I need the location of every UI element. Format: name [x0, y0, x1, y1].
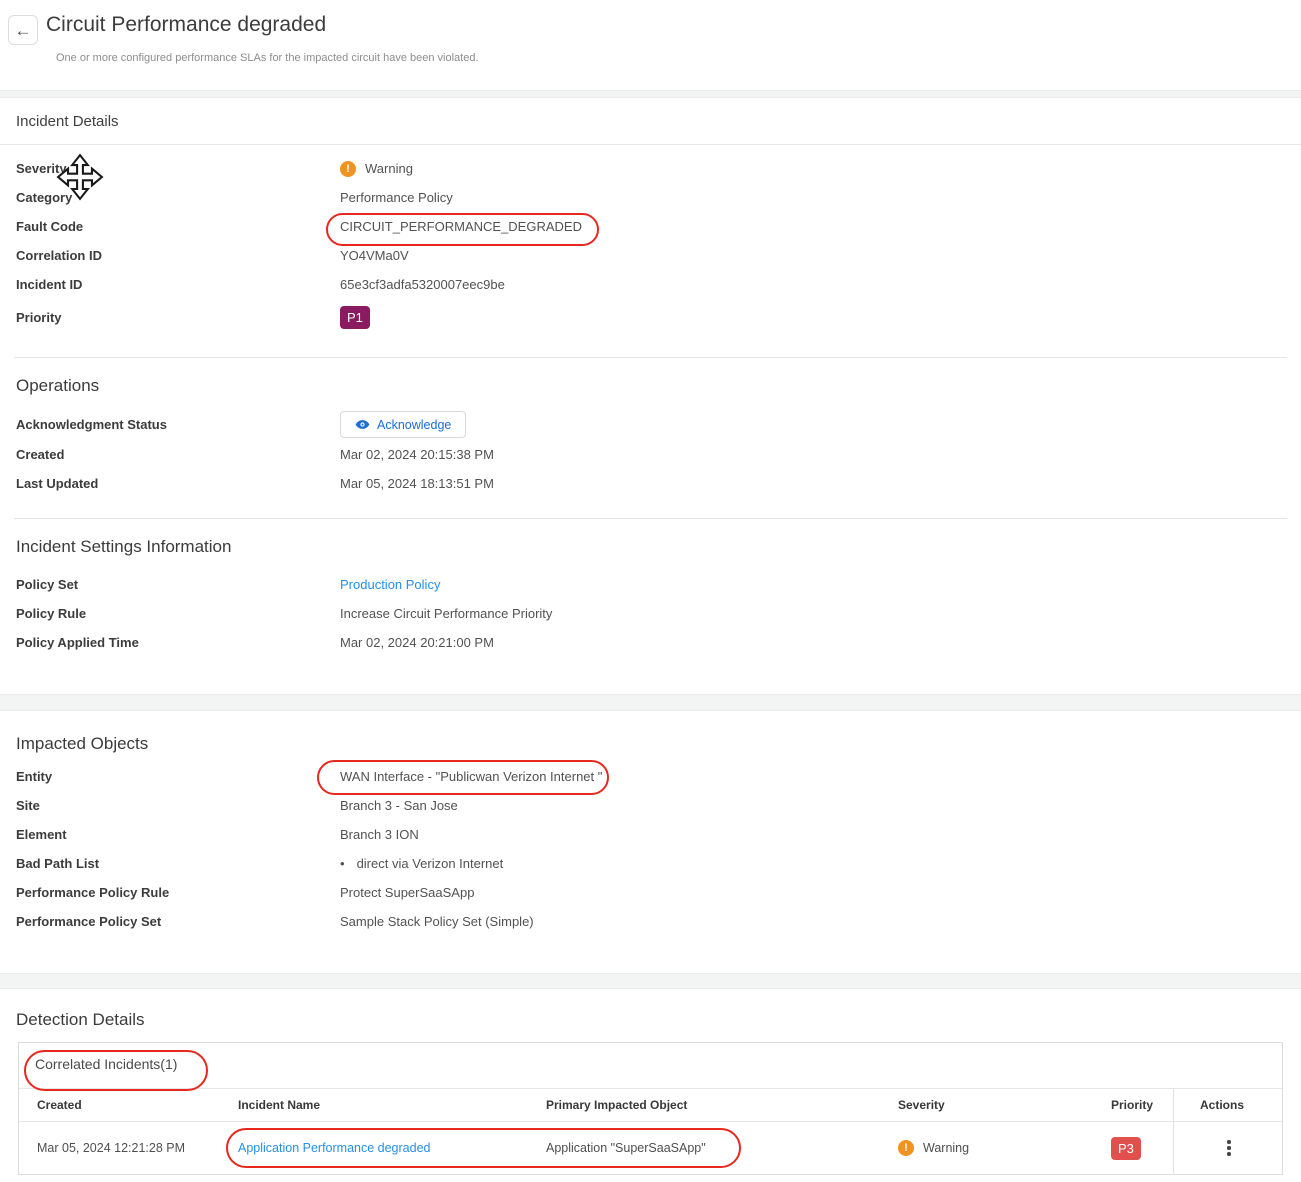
row-created: Mar 05, 2024 12:21:28 PM: [19, 1141, 238, 1155]
acknowledge-button-label: Acknowledge: [377, 418, 451, 432]
severity-row: Severity ! Warning: [0, 154, 1301, 183]
site-row: Site Branch 3 - San Jose: [0, 791, 1301, 820]
priority-badge: P1: [340, 306, 370, 329]
category-value: Performance Policy: [340, 190, 453, 205]
column-severity: Severity: [898, 1098, 1111, 1112]
last-updated-value: Mar 05, 2024 18:13:51 PM: [340, 476, 494, 491]
priority-label: Priority: [16, 310, 340, 325]
entity-row: Entity WAN Interface - "Publicwan Verizo…: [0, 762, 1301, 791]
priority-row: Priority P1: [0, 299, 1301, 335]
page-subtitle: One or more configured performance SLAs …: [56, 52, 479, 64]
bad-path-list-row: Bad Path List • direct via Verizon Inter…: [0, 849, 1301, 878]
detection-details-card: Detection Details Correlated Incidents(1…: [0, 989, 1301, 1175]
correlated-incidents-table: Correlated Incidents(1) Created Incident…: [18, 1042, 1283, 1175]
policy-rule-label: Policy Rule: [16, 606, 340, 621]
operations-title: Operations: [16, 376, 1301, 396]
row-primary-impacted-object: Application "SuperSaaSApp": [546, 1141, 898, 1155]
site-label: Site: [16, 798, 340, 813]
fault-code-label: Fault Code: [16, 219, 340, 234]
bad-path-list-label: Bad Path List: [16, 856, 340, 871]
back-button[interactable]: ←: [8, 15, 38, 45]
section-separator: [0, 694, 1301, 711]
section-separator: [0, 973, 1301, 989]
ack-status-row: Acknowledgment Status Acknowledge: [0, 409, 1301, 440]
section-separator: [0, 90, 1301, 98]
page-header: ← Circuit Performance degraded One or mo…: [0, 0, 1301, 90]
row-severity: Warning: [923, 1141, 969, 1155]
correlated-incidents-count: Correlated Incidents(1): [19, 1043, 1282, 1089]
category-label: Category: [16, 190, 340, 205]
table-header-row: Created Incident Name Primary Impacted O…: [19, 1089, 1282, 1122]
incident-details-title: Incident Details: [0, 98, 1301, 145]
warning-icon: !: [898, 1140, 914, 1156]
fault-code-value: CIRCUIT_PERFORMANCE_DEGRADED: [340, 219, 582, 234]
created-value: Mar 02, 2024 20:15:38 PM: [340, 447, 494, 462]
ack-status-label: Acknowledgment Status: [16, 417, 340, 432]
performance-policy-rule-value: Protect SuperSaaSApp: [340, 885, 474, 900]
correlation-id-row: Correlation ID YO4VMa0V: [0, 241, 1301, 270]
policy-set-row: Policy Set Production Policy: [0, 570, 1301, 599]
entity-label: Entity: [16, 769, 340, 784]
last-updated-row: Last Updated Mar 05, 2024 18:13:51 PM: [0, 469, 1301, 498]
incident-id-row: Incident ID 65e3cf3adfa5320007eec9be: [0, 270, 1301, 299]
detection-details-title: Detection Details: [0, 989, 1301, 1030]
row-priority-badge: P3: [1111, 1137, 1141, 1160]
column-priority: Priority: [1111, 1098, 1173, 1112]
incident-id-label: Incident ID: [16, 277, 340, 292]
performance-policy-set-row: Performance Policy Set Sample Stack Poli…: [0, 907, 1301, 936]
impacted-objects-title: Impacted Objects: [0, 711, 1301, 754]
row-incident-name-link[interactable]: Application Performance degraded: [238, 1141, 430, 1155]
severity-value: Warning: [365, 161, 413, 176]
acknowledge-button[interactable]: Acknowledge: [340, 411, 466, 438]
bad-path-list-value: direct via Verizon Internet: [357, 856, 504, 871]
correlation-id-label: Correlation ID: [16, 248, 340, 263]
table-row: Mar 05, 2024 12:21:28 PM Application Per…: [19, 1122, 1282, 1174]
created-label: Created: [16, 447, 340, 462]
policy-applied-time-row: Policy Applied Time Mar 02, 2024 20:21:0…: [0, 628, 1301, 657]
element-value: Branch 3 ION: [340, 827, 419, 842]
performance-policy-rule-label: Performance Policy Rule: [16, 885, 340, 900]
divider: [14, 357, 1287, 358]
correlation-id-value: YO4VMa0V: [340, 248, 409, 263]
row-actions-kebab-icon[interactable]: [1221, 1134, 1237, 1162]
policy-applied-time-value: Mar 02, 2024 20:21:00 PM: [340, 635, 494, 650]
created-row: Created Mar 02, 2024 20:15:38 PM: [0, 440, 1301, 469]
policy-applied-time-label: Policy Applied Time: [16, 635, 340, 650]
column-actions: Actions: [1173, 1089, 1284, 1121]
last-updated-label: Last Updated: [16, 476, 340, 491]
page-title: Circuit Performance degraded: [46, 13, 326, 37]
element-label: Element: [16, 827, 340, 842]
incident-detail-page: ← Circuit Performance degraded One or mo…: [0, 0, 1301, 1182]
element-row: Element Branch 3 ION: [0, 820, 1301, 849]
divider: [14, 518, 1287, 519]
incident-details-card: Incident Details Severity ! Warning Cate…: [0, 98, 1301, 694]
category-row: Category Performance Policy: [0, 183, 1301, 212]
performance-policy-set-label: Performance Policy Set: [16, 914, 340, 929]
incident-id-value: 65e3cf3adfa5320007eec9be: [340, 277, 505, 292]
policy-set-label: Policy Set: [16, 577, 340, 592]
column-created: Created: [19, 1098, 238, 1112]
severity-label: Severity: [16, 161, 340, 176]
fault-code-row: Fault Code CIRCUIT_PERFORMANCE_DEGRADED: [0, 212, 1301, 241]
warning-icon: !: [340, 161, 356, 177]
site-value: Branch 3 - San Jose: [340, 798, 458, 813]
bullet-icon: •: [340, 856, 345, 871]
policy-rule-row: Policy Rule Increase Circuit Performance…: [0, 599, 1301, 628]
impacted-objects-card: Impacted Objects Entity WAN Interface - …: [0, 711, 1301, 973]
entity-value: WAN Interface - "Publicwan Verizon Inter…: [340, 769, 602, 784]
eye-icon: [355, 417, 370, 432]
policy-rule-value: Increase Circuit Performance Priority: [340, 606, 552, 621]
performance-policy-rule-row: Performance Policy Rule Protect SuperSaa…: [0, 878, 1301, 907]
incident-settings-title: Incident Settings Information: [16, 537, 1301, 557]
performance-policy-set-value: Sample Stack Policy Set (Simple): [340, 914, 534, 929]
policy-set-link[interactable]: Production Policy: [340, 577, 440, 592]
column-primary-impacted-object: Primary Impacted Object: [546, 1098, 898, 1112]
column-incident-name: Incident Name: [238, 1098, 546, 1112]
